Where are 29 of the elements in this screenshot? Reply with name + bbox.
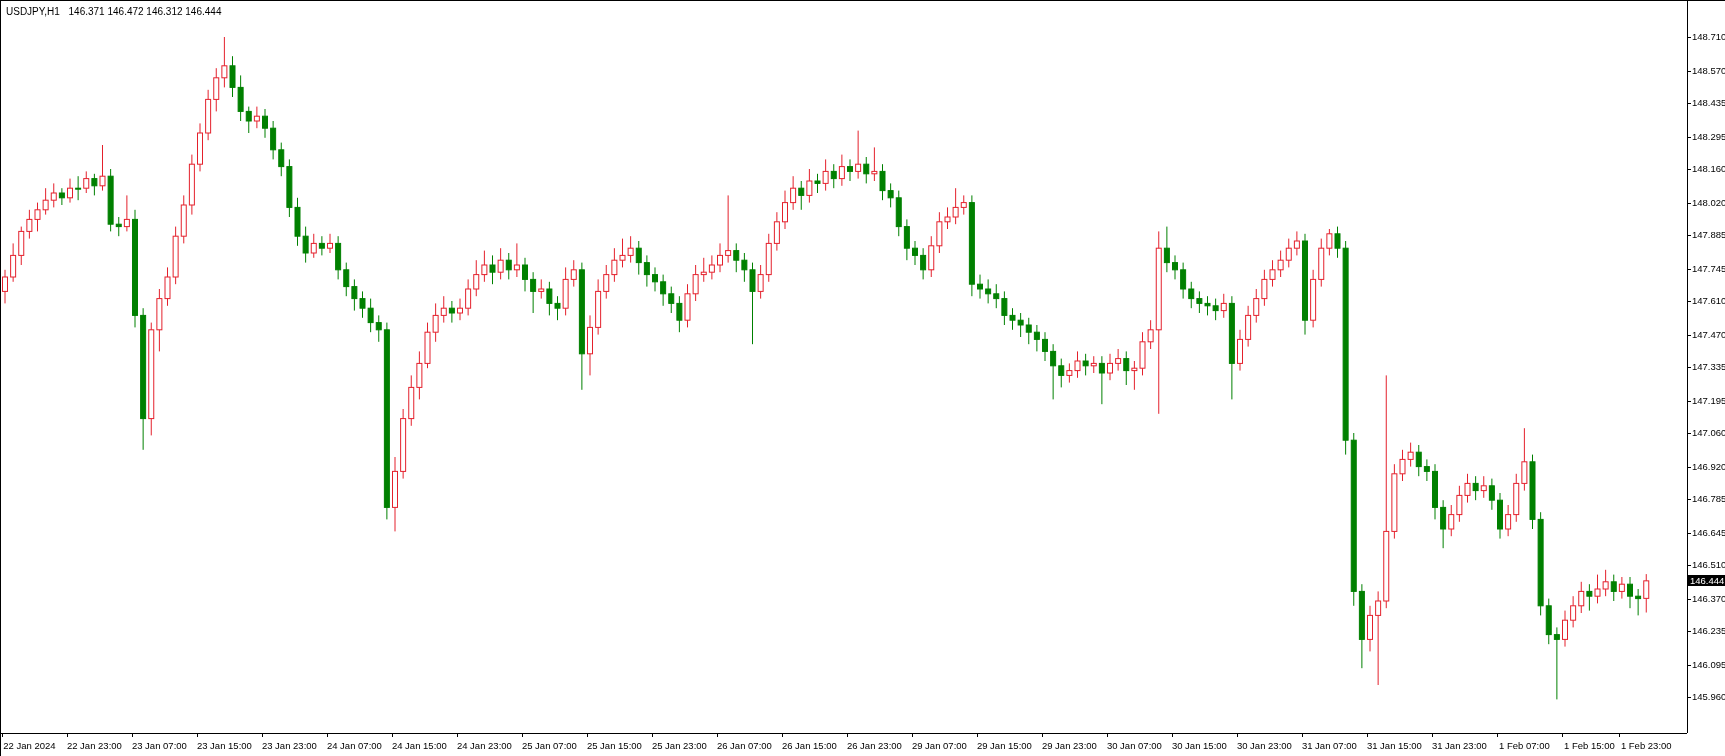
current-price-badge: 146.444 (1688, 574, 1725, 586)
time-label: 24 Jan 15:00 (391, 740, 447, 751)
time-label: 1 Feb 15:00 (1564, 740, 1615, 751)
time-label: 1 Feb 23:00 (1620, 740, 1672, 751)
time-label: 26 Jan 23:00 (846, 740, 902, 751)
time-label: 24 Jan 07:00 (326, 740, 382, 751)
time-label: 25 Jan 07:00 (521, 740, 577, 751)
time-label: 30 Jan 15:00 (1171, 740, 1227, 751)
time-label: 25 Jan 15:00 (586, 740, 642, 751)
ohlc-values: 146.371 146.472 146.312 146.444 (68, 6, 222, 17)
time-label: 22 Jan 23:00 (66, 740, 122, 751)
time-label: 30 Jan 23:00 (1236, 740, 1292, 751)
time-label: 31 Jan 07:00 (1301, 740, 1357, 751)
symbol-label: USDJPY,H1 (6, 6, 60, 17)
time-label: 23 Jan 15:00 (196, 740, 252, 751)
time-label: 29 Jan 07:00 (911, 740, 967, 751)
time-label: 31 Jan 23:00 (1431, 740, 1487, 751)
time-label: 1 Feb 07:00 (1499, 740, 1550, 751)
time-label: 23 Jan 23:00 (261, 740, 317, 751)
time-label: 29 Jan 15:00 (976, 740, 1032, 751)
time-label: 24 Jan 23:00 (456, 740, 512, 751)
time-label: 30 Jan 07:00 (1106, 740, 1162, 751)
time-label: 25 Jan 23:00 (651, 740, 707, 751)
time-label: 29 Jan 23:00 (1041, 740, 1097, 751)
time-label: 26 Jan 07:00 (716, 740, 772, 751)
time-label: 22 Jan 2024 (3, 740, 56, 751)
time-label: 23 Jan 07:00 (131, 740, 187, 751)
time-label: 31 Jan 15:00 (1366, 740, 1422, 751)
time-label: 26 Jan 15:00 (781, 740, 837, 751)
